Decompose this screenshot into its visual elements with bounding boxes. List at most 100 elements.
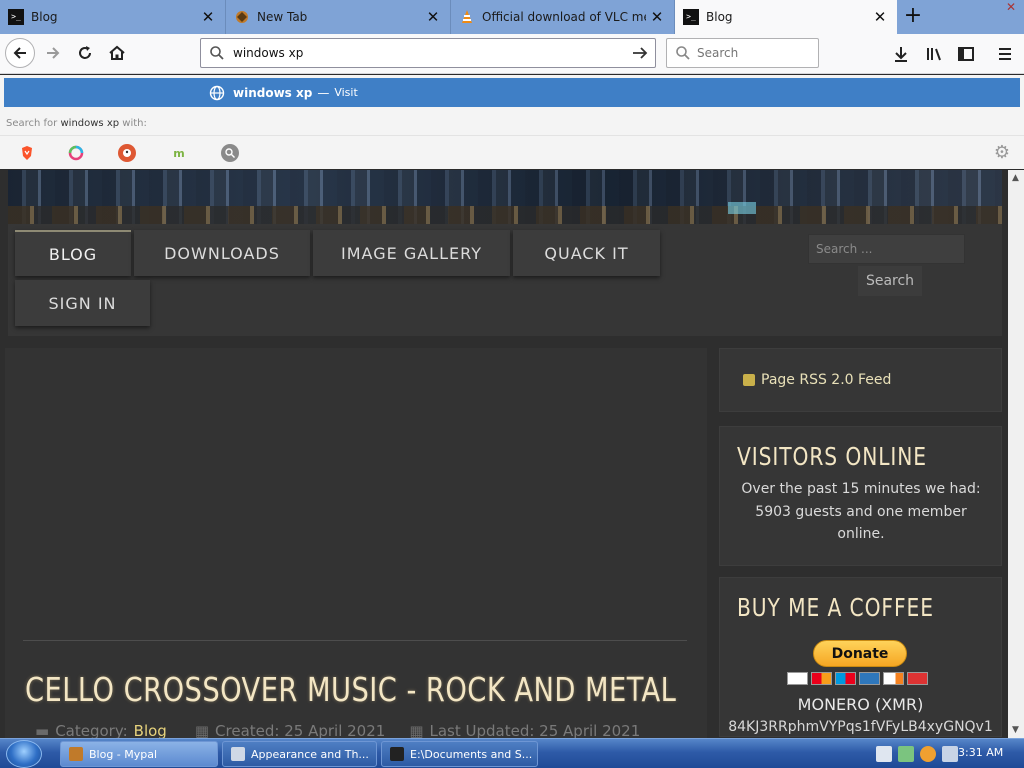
search-input[interactable]	[697, 46, 807, 60]
visit-suggestion-row[interactable]: windows xp — Visit	[4, 78, 1020, 107]
visitors-module: VISITORS ONLINE Over the past 15 minutes…	[719, 426, 1002, 566]
menu-item-downloads[interactable]: DOWNLOADS	[134, 230, 310, 276]
mypal-icon	[69, 747, 83, 761]
mypal-icon	[234, 9, 250, 25]
taskbar-item-mypal[interactable]: Blog - Mypal	[60, 741, 218, 767]
menu-item-sign-in[interactable]: SIGN IN	[15, 280, 150, 326]
donate-button[interactable]: Donate	[813, 640, 907, 667]
monero-address[interactable]: 84KJ3RRphmVYPqs1fVFyLB4xyGNQv1	[719, 719, 1002, 735]
suggestion-action: Visit	[334, 86, 358, 99]
gear-icon[interactable]: ⚙	[992, 143, 1012, 163]
tab-blog-active[interactable]: >_ Blog ✕	[675, 0, 897, 34]
back-button[interactable]	[5, 38, 35, 68]
rss-icon	[743, 374, 755, 386]
navigation-toolbar	[0, 34, 1024, 74]
search-for-suffix: with:	[122, 118, 147, 129]
close-tab-icon[interactable]: ✕	[422, 6, 444, 28]
mojeek-icon[interactable]: m	[170, 144, 188, 162]
tab-blog-1[interactable]: >_ Blog ✕	[0, 0, 226, 34]
search-tray-icon[interactable]	[920, 746, 936, 762]
search-engine-icon[interactable]	[221, 144, 239, 162]
scroll-down-icon[interactable]: ▼	[1012, 725, 1019, 735]
keyboard-icon[interactable]	[876, 746, 892, 762]
site-search-input[interactable]: Search ...	[808, 234, 965, 264]
rss-label: Page RSS 2.0 Feed	[761, 372, 892, 388]
suggestion-separator: —	[317, 85, 330, 100]
suggestion-query: windows xp	[233, 85, 313, 100]
task-label: Appearance and Th...	[251, 747, 369, 761]
taskbar-item-7zip[interactable]: E:\Documents and S...	[381, 741, 538, 767]
monero-label: MONERO (XMR)	[797, 695, 924, 714]
rss-module: Page RSS 2.0 Feed	[719, 348, 1002, 412]
volume-icon[interactable]	[942, 746, 958, 762]
banner-cityscape	[8, 206, 1002, 224]
windows-taskbar: Blog - Mypal Appearance and Th... E:\Doc…	[0, 738, 1024, 768]
reload-icon	[79, 46, 91, 59]
menu-item-blog[interactable]: BLOG	[15, 230, 131, 276]
article-column: CELLO CROSSOVER MUSIC - ROCK AND METAL ▬…	[5, 348, 707, 738]
search-icon	[675, 45, 691, 61]
search-for-line: Search for windows xp with:	[6, 118, 147, 129]
download-icon[interactable]	[889, 42, 913, 66]
control-panel-icon	[231, 747, 245, 761]
close-tab-icon[interactable]: ✕	[869, 6, 891, 28]
qwant-icon[interactable]	[67, 144, 85, 162]
task-label: E:\Documents and S...	[410, 747, 533, 761]
home-button[interactable]	[102, 38, 132, 68]
back-arrow-icon	[13, 47, 26, 59]
sidebar-icon[interactable]	[954, 42, 978, 66]
close-tab-icon[interactable]: ✕	[197, 6, 219, 28]
article-meta: ▬ Category: Blog ▦ Created: 25 April 202…	[35, 722, 640, 738]
taskbar-clock[interactable]: 3:31 AM	[958, 746, 1003, 759]
tab-vlc[interactable]: Official download of VLC media ✕	[451, 0, 675, 34]
mastercard-icon	[811, 672, 832, 685]
search-bar[interactable]	[666, 38, 819, 68]
address-bar[interactable]	[200, 38, 656, 68]
visitors-heading: VISITORS ONLINE	[737, 442, 927, 471]
forward-arrow-icon	[47, 47, 60, 59]
search-for-query: windows xp	[60, 118, 120, 129]
start-button[interactable]	[6, 740, 42, 768]
category-link[interactable]: Blog	[134, 722, 167, 738]
task-label: Blog - Mypal	[89, 747, 158, 761]
article-title[interactable]: CELLO CROSSOVER MUSIC - ROCK AND METAL	[25, 670, 676, 709]
url-dropdown: windows xp — Visit Search for windows xp…	[0, 75, 1024, 169]
window-close-icon[interactable]: ✕	[1000, 0, 1022, 14]
created-date: Created: 25 April 2021	[215, 722, 386, 738]
new-tab-button[interactable]: +	[900, 4, 926, 30]
vlc-cone-icon	[459, 9, 475, 25]
calendar-icon: ▦	[194, 722, 210, 738]
network-icon[interactable]	[898, 746, 914, 762]
tab-title: Blog	[706, 10, 733, 24]
library-icon[interactable]	[922, 42, 946, 66]
close-tab-icon[interactable]: ✕	[646, 6, 668, 28]
taskbar-item-appearance[interactable]: Appearance and Th...	[222, 741, 377, 767]
go-arrow-icon[interactable]	[631, 45, 649, 61]
scroll-up-icon[interactable]: ▲	[1012, 173, 1019, 183]
maestro-icon	[835, 672, 856, 685]
updated-date: Last Updated: 25 April 2021	[429, 722, 641, 738]
page-scrollbar[interactable]: ▲ ▼	[1008, 170, 1024, 738]
home-icon	[109, 45, 125, 60]
visa-card-icon	[787, 672, 808, 685]
duckduckgo-icon[interactable]	[118, 144, 136, 162]
coffee-module: BUY ME A COFFEE Donate MONERO (XMR) 84KJ…	[719, 577, 1002, 737]
bank-card-icon	[907, 672, 928, 685]
search-icon	[209, 45, 225, 61]
search-engine-bar: m ⚙	[0, 135, 1024, 168]
tab-new-tab[interactable]: New Tab ✕	[226, 0, 451, 34]
hamburger-menu-icon[interactable]	[993, 42, 1017, 66]
site-search-button[interactable]: Search	[858, 266, 922, 296]
forward-button[interactable]	[38, 38, 68, 68]
tab-title: Blog	[31, 10, 58, 24]
address-input[interactable]	[233, 46, 613, 60]
rss-feed-link[interactable]: Page RSS 2.0 Feed	[743, 372, 891, 388]
brave-search-icon[interactable]	[18, 144, 36, 162]
menu-item-quack-it[interactable]: QUACK IT	[513, 230, 660, 276]
menu-item-image-gallery[interactable]: IMAGE GALLERY	[313, 230, 510, 276]
visitors-text: Over the past 15 minutes we had: 5903 gu…	[741, 481, 981, 542]
terminal-icon: >_	[8, 9, 24, 25]
search-for-prefix: Search for	[6, 118, 58, 129]
reload-button[interactable]	[70, 38, 100, 68]
coffee-heading: BUY ME A COFFEE	[737, 593, 934, 622]
